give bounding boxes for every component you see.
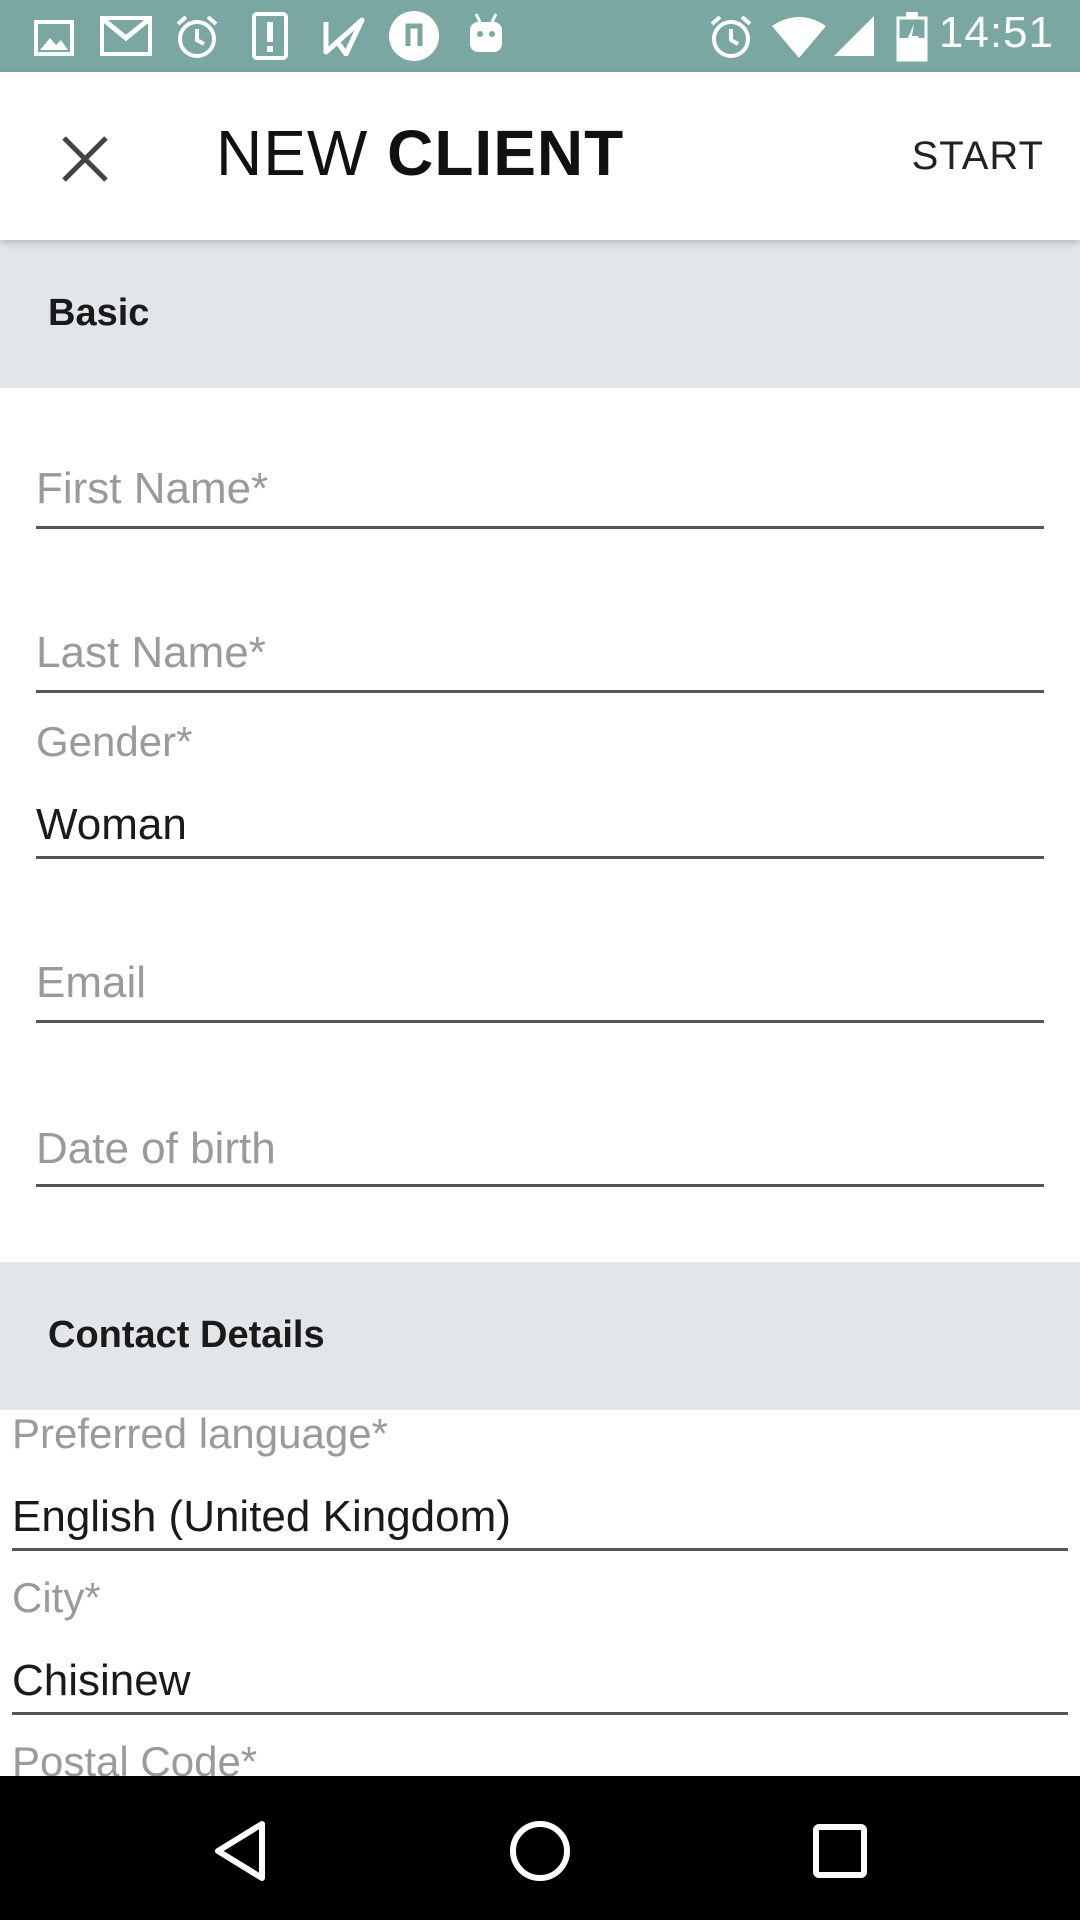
preferred-language-field[interactable]: Preferred language* English (United King… [12, 1404, 1068, 1554]
music-icon [389, 11, 439, 61]
first-name-placeholder: First Name* [36, 464, 269, 513]
city-field[interactable]: City* Chisinew [12, 1568, 1068, 1718]
recents-icon[interactable] [805, 1816, 875, 1886]
email-underline [36, 1020, 1044, 1023]
wifi-icon [772, 17, 826, 58]
home-icon[interactable] [505, 1816, 575, 1886]
gender-field[interactable]: Gender* Woman [36, 712, 1044, 862]
page-title-bold: CLIENT [387, 117, 625, 189]
email-placeholder: Email [36, 958, 147, 1007]
section-contact: Contact Details [0, 1262, 1080, 1410]
section-basic: Basic [0, 240, 1080, 388]
status-time: 14:51 [938, 8, 1054, 57]
gender-label: Gender* [36, 718, 193, 765]
image-icon [34, 20, 74, 56]
city-value: Chisinew [12, 1656, 191, 1705]
navigation-bar [0, 1776, 1080, 1920]
date-of-birth-underline [36, 1184, 1044, 1187]
alert-icon [252, 12, 288, 60]
back-icon[interactable] [206, 1816, 276, 1886]
android-icon [470, 13, 502, 52]
start-button[interactable]: START [912, 134, 1044, 179]
signal-icon [834, 16, 874, 56]
section-basic-title: Basic [48, 292, 150, 334]
email-field[interactable]: Email [36, 952, 1044, 1026]
alarm-icon [710, 15, 752, 58]
gender-value: Woman [36, 800, 187, 849]
preferred-language-underline [12, 1548, 1068, 1551]
battery-icon [896, 12, 928, 62]
preferred-language-value: English (United Kingdom) [12, 1492, 511, 1541]
close-icon[interactable] [50, 124, 120, 194]
gender-underline [36, 856, 1044, 859]
alarm-icon [176, 15, 218, 58]
status-bar: 14:51 [0, 0, 1080, 72]
first-name-underline [36, 526, 1044, 529]
city-label: City* [12, 1574, 101, 1621]
date-of-birth-placeholder: Date of birth [36, 1124, 276, 1173]
first-name-field[interactable]: First Name* [36, 458, 1044, 532]
check-icon [323, 17, 365, 56]
city-underline [12, 1712, 1068, 1715]
section-contact-title: Contact Details [48, 1314, 325, 1356]
preferred-language-label: Preferred language* [12, 1410, 388, 1457]
last-name-underline [36, 690, 1044, 693]
page-title-light: NEW [216, 117, 369, 189]
last-name-field[interactable]: Last Name* [36, 622, 1044, 696]
date-of-birth-field[interactable]: Date of birth [36, 1116, 1044, 1190]
page-title: NEW CLIENT [216, 116, 624, 190]
last-name-placeholder: Last Name* [36, 628, 266, 677]
app-header: NEW CLIENT START [0, 72, 1080, 240]
gmail-icon [100, 16, 152, 56]
